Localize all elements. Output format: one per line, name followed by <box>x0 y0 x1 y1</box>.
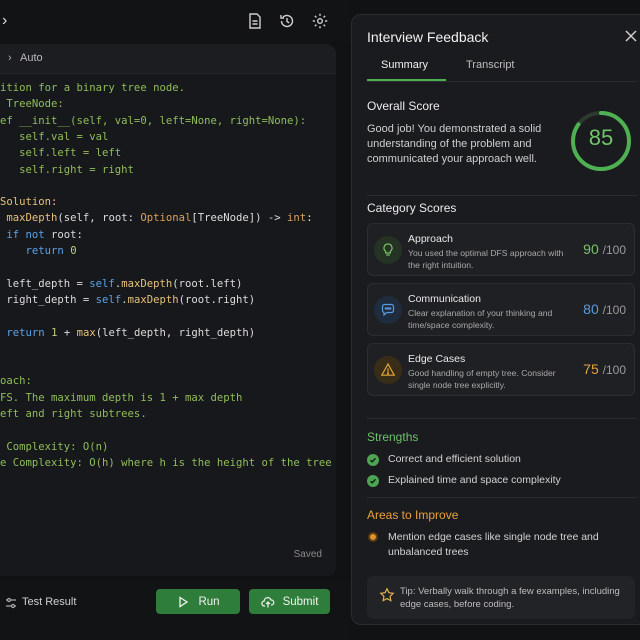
category-card-communication[interactable]: Communication Clear explanation of your t… <box>367 283 635 336</box>
tab-divider <box>367 81 637 82</box>
tab-summary[interactable]: Summary <box>381 59 428 71</box>
improvement-item: Mention edge cases like single node tree… <box>388 531 599 558</box>
chevron-right-icon[interactable]: › <box>8 52 12 64</box>
code-line[interactable]: TreeNode: <box>0 96 63 112</box>
tab-transcript[interactable]: Transcript <box>466 59 515 71</box>
check-circle-icon <box>367 454 379 466</box>
settings-icon[interactable] <box>311 12 329 30</box>
category-score: 75 /100 <box>583 361 626 377</box>
submit-button-label: Submit <box>282 595 319 608</box>
category-card-edge-cases[interactable]: Edge Cases Good handling of empty tree. C… <box>367 343 635 396</box>
run-button-label: Run <box>198 595 220 608</box>
code-line[interactable]: eft and right subtrees. <box>0 406 147 422</box>
code-line[interactable]: self.right = right <box>0 162 134 178</box>
strengths-heading: Strengths <box>367 430 419 444</box>
play-icon <box>179 595 189 608</box>
category-score-value: 80 <box>583 301 599 317</box>
strength-item: Correct and efficient solution <box>388 453 521 465</box>
warning-icon <box>374 356 402 384</box>
lightbulb-icon <box>374 236 402 264</box>
check-circle-icon <box>367 475 379 487</box>
section-divider <box>367 195 637 196</box>
overall-score-summary: Good job! You demonstrated a solid under… <box>367 123 542 165</box>
code-line[interactable]: self.val = val <box>0 129 108 145</box>
category-description: You used the optimal DFS approach with t… <box>408 248 564 270</box>
code-line[interactable]: ition for a binary tree node. <box>0 80 185 96</box>
improvement-bullet-icon <box>368 532 378 542</box>
expand-chevron-icon[interactable]: › <box>2 12 7 30</box>
category-description: Clear explanation of your thinking and t… <box>408 308 553 330</box>
areas-to-improve-heading: Areas to Improve <box>367 508 459 522</box>
tip-box: Tip: Verbally walk through a few example… <box>367 576 635 619</box>
chat-bubble-icon <box>374 296 402 324</box>
section-divider <box>367 497 637 498</box>
strength-item: Explained time and space complexity <box>388 474 561 486</box>
code-line[interactable]: oach: <box>0 373 32 389</box>
category-score-max: /100 <box>602 303 626 317</box>
code-line[interactable]: FS. The maximum depth is 1 + max depth <box>0 390 242 406</box>
code-line[interactable]: if not root: <box>0 227 83 243</box>
code-line[interactable]: return 1 + max(left_depth, right_depth) <box>0 325 255 341</box>
code-line[interactable]: return 0 <box>0 243 77 259</box>
save-status: Saved <box>293 549 322 560</box>
run-button[interactable]: Run <box>156 589 240 614</box>
category-score-value: 90 <box>583 241 599 257</box>
star-icon <box>379 587 395 603</box>
interview-feedback-panel: Interview Feedback Summary Transcript Ov… <box>351 14 640 625</box>
code-line[interactable]: right_depth = self.maxDepth(root.right) <box>0 292 255 308</box>
test-result-tab[interactable]: Test Result <box>22 596 76 608</box>
category-score-value: 75 <box>583 361 599 377</box>
code-line[interactable]: ef __init__(self, val=0, left=None, righ… <box>0 113 306 129</box>
active-tab-indicator <box>367 79 446 81</box>
sliders-icon[interactable] <box>4 596 18 610</box>
language-selector[interactable]: Auto <box>20 52 43 64</box>
overall-score-heading: Overall Score <box>367 99 440 113</box>
editor-header: › Auto <box>0 44 336 74</box>
submit-button[interactable]: Submit <box>249 589 330 614</box>
code-editor[interactable]: › Auto ition for a binary tree node. Tre… <box>0 44 336 576</box>
category-score: 90 /100 <box>583 241 626 257</box>
code-line[interactable]: Solution: <box>0 194 57 210</box>
close-icon[interactable] <box>624 29 638 43</box>
panel-title: Interview Feedback <box>367 29 489 45</box>
category-title: Edge Cases <box>408 353 466 365</box>
code-line[interactable]: Complexity: O(n) <box>0 439 108 455</box>
cloud-upload-icon <box>260 596 274 607</box>
overall-score-value: 85 <box>588 125 614 150</box>
history-icon[interactable] <box>278 12 296 30</box>
section-divider <box>367 418 637 419</box>
category-score-max: /100 <box>602 363 626 377</box>
category-title: Approach <box>408 233 453 245</box>
code-line[interactable]: left_depth = self.maxDepth(root.left) <box>0 276 242 292</box>
code-line[interactable]: e Complexity: O(h) where h is the height… <box>0 455 332 471</box>
code-line[interactable]: self.left = left <box>0 145 121 161</box>
category-score-max: /100 <box>602 243 626 257</box>
category-scores-heading: Category Scores <box>367 201 457 215</box>
tip-text: Tip: Verbally walk through a few example… <box>400 586 620 610</box>
category-description: Good handling of empty tree. Consider si… <box>408 368 556 390</box>
bottom-bar: Test Result Run Submit <box>0 580 350 640</box>
category-card-approach[interactable]: Approach You used the optimal DFS approac… <box>367 223 635 276</box>
category-score: 80 /100 <box>583 301 626 317</box>
top-toolbar: › <box>0 0 350 42</box>
code-line[interactable]: maxDepth(self, root: Optional[TreeNode])… <box>0 210 312 226</box>
document-icon[interactable] <box>246 12 264 30</box>
category-title: Communication <box>408 293 481 305</box>
